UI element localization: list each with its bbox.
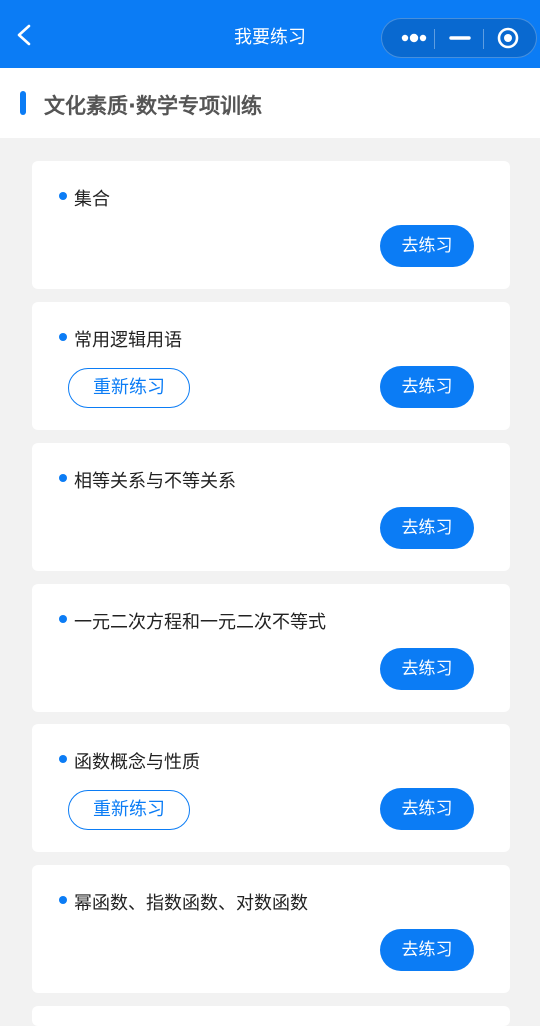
section-title: 文化素质·数学专项训练 [44, 94, 262, 118]
top-nav-bar: 我要练习 [0, 0, 540, 68]
section-accent-bar [20, 91, 26, 115]
topic-card-partial [32, 1006, 510, 1026]
minimize-icon[interactable] [436, 19, 486, 57]
bullet-dot-icon [59, 615, 67, 623]
practice-button[interactable]: 去练习 [380, 366, 474, 408]
topic-title: 集合 [74, 189, 110, 210]
section-header: 文化素质·数学专项训练 [0, 68, 540, 138]
topic-title: 一元二次方程和一元二次不等式 [74, 612, 326, 633]
redo-practice-button[interactable]: 重新练习 [68, 368, 190, 408]
practice-button[interactable]: 去练习 [380, 507, 474, 549]
topic-title: 相等关系与不等关系 [74, 471, 236, 492]
redo-practice-button[interactable]: 重新练习 [68, 790, 190, 830]
topic-card: 相等关系与不等关系 去练习 [32, 443, 510, 571]
bullet-dot-icon [59, 474, 67, 482]
miniprogram-capsule [381, 18, 537, 58]
bullet-dot-icon [59, 755, 67, 763]
topic-card: 幂函数、指数函数、对数函数 去练习 [32, 865, 510, 993]
practice-button[interactable]: 去练习 [380, 929, 474, 971]
bullet-dot-icon [59, 896, 67, 904]
topic-card: 集合 去练习 [32, 161, 510, 289]
practice-button[interactable]: 去练习 [380, 648, 474, 690]
topic-title: 常用逻辑用语 [74, 330, 182, 351]
topic-card: 一元二次方程和一元二次不等式 去练习 [32, 584, 510, 712]
practice-button[interactable]: 去练习 [380, 788, 474, 830]
practice-button[interactable]: 去练习 [380, 225, 474, 267]
bullet-dot-icon [59, 333, 67, 341]
close-target-icon[interactable] [482, 19, 532, 57]
topic-card: 函数概念与性质 重新练习 去练习 [32, 724, 510, 852]
more-dots-icon[interactable] [388, 19, 438, 57]
topic-card: 常用逻辑用语 重新练习 去练习 [32, 302, 510, 430]
topic-title: 幂函数、指数函数、对数函数 [74, 893, 308, 914]
capsule-divider [434, 29, 435, 49]
bullet-dot-icon [59, 192, 67, 200]
topic-title: 函数概念与性质 [74, 752, 200, 773]
